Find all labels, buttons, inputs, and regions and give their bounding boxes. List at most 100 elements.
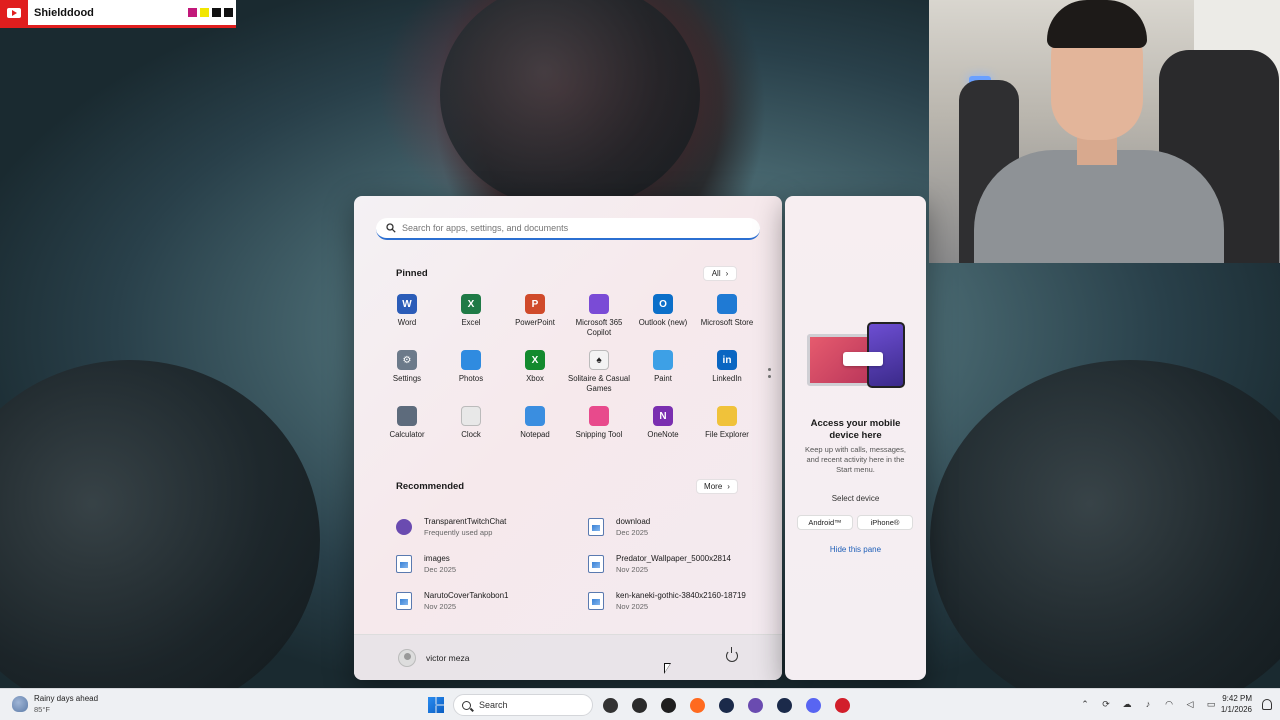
pinned-app-copilot[interactable]: Microsoft 365 Copilot (567, 294, 631, 350)
pinned-app-label: Xbox (526, 374, 544, 383)
pinned-app-gear[interactable]: ⚙ Settings (375, 350, 439, 406)
android-button[interactable]: Android™ (797, 515, 853, 530)
recommended-item[interactable]: download Dec 2025 (588, 508, 756, 545)
taskbar-app-obs[interactable] (627, 693, 651, 717)
start-menu: Pinned All › W Word X Excel P PowerPoint Micro… (354, 196, 782, 680)
recommended-item[interactable]: TransparentTwitchChat Frequently used app (396, 508, 588, 545)
taskbar-apps (598, 693, 854, 717)
phone-pane-title: Access your mobile device here (810, 418, 901, 441)
pinned-app-store[interactable]: Microsoft Store (695, 294, 759, 350)
image-file-icon (396, 554, 412, 573)
youtube-icon (0, 0, 28, 27)
taskbar-app-task-view[interactable] (598, 693, 622, 717)
weather-widget[interactable]: Rainy days ahead 85°F (12, 694, 98, 714)
pinned-app-clock[interactable]: Clock (439, 406, 503, 462)
pinned-app-paint[interactable]: Paint (631, 350, 695, 406)
recommended-item[interactable]: NarutoCoverTankobon1 Nov 2025 (396, 582, 588, 619)
phone-pane-description: Keep up with calls, messages, and recent… (805, 445, 906, 474)
twitch-chat-app-icon (396, 518, 412, 535)
all-apps-button[interactable]: All › (703, 266, 737, 281)
iphone-button[interactable]: iPhone® (857, 515, 913, 530)
windows-start-button[interactable] (424, 693, 448, 717)
pinned-apps-grid: W Word X Excel P PowerPoint Microsoft 365 Copi… (375, 294, 759, 462)
pinned-app-label: Microsoft 365 Copilot (575, 318, 623, 337)
taskbar-app-steam[interactable] (772, 693, 796, 717)
chevron-up-icon[interactable]: ⌃ (1078, 697, 1092, 711)
speaker-icon[interactable]: ◁ (1183, 697, 1197, 711)
steam-icon (776, 697, 792, 713)
pinned-app-snipping-tool[interactable]: Snipping Tool (567, 406, 631, 462)
pinned-app-label: Calculator (389, 430, 425, 439)
power-icon[interactable] (726, 647, 738, 662)
hide-pane-link[interactable]: Hide this pane (795, 545, 916, 554)
solitaire-icon: ♠ (589, 350, 609, 370)
pinned-app-onenote[interactable]: N OneNote (631, 406, 695, 462)
page-indicator[interactable] (768, 368, 771, 382)
windows-logo-icon (428, 697, 444, 713)
taskbar-search[interactable]: Search (453, 694, 593, 716)
twitch-chat-app-icon (747, 697, 763, 713)
mouse-cursor (664, 663, 671, 674)
pinned-app-label: Settings (392, 374, 422, 383)
pinned-app-photos[interactable]: Photos (439, 350, 503, 406)
pinned-app-folder[interactable]: File Explorer (695, 406, 759, 462)
recommended-item[interactable]: images Dec 2025 (396, 545, 588, 582)
search-input[interactable] (402, 223, 742, 233)
taskbar-app-firefox[interactable] (685, 693, 709, 717)
pinned-app-linkedin[interactable]: in LinkedIn (695, 350, 759, 406)
user-avatar-icon[interactable] (398, 648, 416, 667)
recommended-item-name: NarutoCoverTankobon1 (424, 590, 509, 600)
taskbar-app-epic-games[interactable] (656, 693, 680, 717)
webcam-feed (929, 0, 1280, 263)
pinned-app-calculator[interactable]: Calculator (375, 406, 439, 462)
app-red-icon (834, 697, 850, 713)
pinned-app-label: Microsoft Store (700, 318, 754, 327)
pinned-heading: Pinned (396, 268, 428, 279)
photos-icon (461, 350, 481, 370)
notification-card-graphic (843, 352, 883, 366)
word-icon: W (397, 294, 417, 314)
user-name[interactable]: victor meza (426, 653, 469, 663)
notification-bell-icon[interactable] (1262, 699, 1272, 710)
recommended-heading: Recommended (396, 481, 465, 492)
powerpoint-icon: P (525, 294, 545, 314)
more-button[interactable]: More › (696, 479, 738, 494)
steam-icon (718, 697, 734, 713)
recommended-item-subtitle: Nov 2025 (424, 601, 457, 611)
image-file-icon (588, 591, 604, 610)
sync-icon[interactable]: ⟳ (1099, 697, 1113, 711)
pinned-app-solitaire[interactable]: ♠ Solitaire & Casual Games (567, 350, 631, 406)
stream-overlay-label: Shielddood (0, 0, 236, 28)
webcam-person (974, 150, 1224, 263)
pinned-app-label: PowerPoint (515, 318, 555, 327)
wallpaper-shape (0, 360, 320, 688)
pinned-app-word[interactable]: W Word (375, 294, 439, 350)
obs-icon (631, 697, 647, 713)
weather-summary: Rainy days ahead (34, 694, 99, 703)
recommended-list: TransparentTwitchChat Frequently used app… (396, 508, 756, 619)
pinned-app-outlook[interactable]: O Outlook (new) (631, 294, 695, 350)
microphone-icon[interactable]: ♪ (1141, 697, 1155, 711)
taskbar-app-app-red[interactable] (830, 693, 854, 717)
taskbar-app-twitch-chat-app[interactable] (743, 693, 767, 717)
pinned-app-xbox[interactable]: X Xbox (503, 350, 567, 406)
cloud-icon[interactable]: ☁ (1120, 697, 1134, 711)
start-search-box[interactable] (376, 218, 760, 240)
wifi-icon[interactable]: ◠ (1162, 697, 1176, 711)
pinned-app-excel[interactable]: X Excel (439, 294, 503, 350)
taskbar-clock[interactable]: 9:42 PM 1/1/2026 (1212, 694, 1252, 714)
firefox-icon (689, 697, 705, 713)
pinned-app-label: Word (397, 318, 417, 327)
taskbar-app-steam[interactable] (714, 693, 738, 717)
pinned-app-notepad[interactable]: Notepad (503, 406, 567, 462)
pinned-app-powerpoint[interactable]: P PowerPoint (503, 294, 567, 350)
recommended-item-subtitle: Nov 2025 (616, 601, 649, 611)
taskbar-app-discord[interactable] (801, 693, 825, 717)
pinned-app-label: Paint (654, 374, 672, 383)
taskbar-center: Search (424, 693, 854, 717)
webcam-person (1047, 0, 1147, 48)
task-view-icon (602, 697, 618, 713)
image-file-icon (588, 517, 604, 536)
recommended-item[interactable]: Predator_Wallpaper_5000x2814 Nov 2025 (588, 545, 756, 582)
recommended-item[interactable]: ken-kaneki-gothic-3840x2160-18719 Nov 202… (588, 582, 756, 619)
